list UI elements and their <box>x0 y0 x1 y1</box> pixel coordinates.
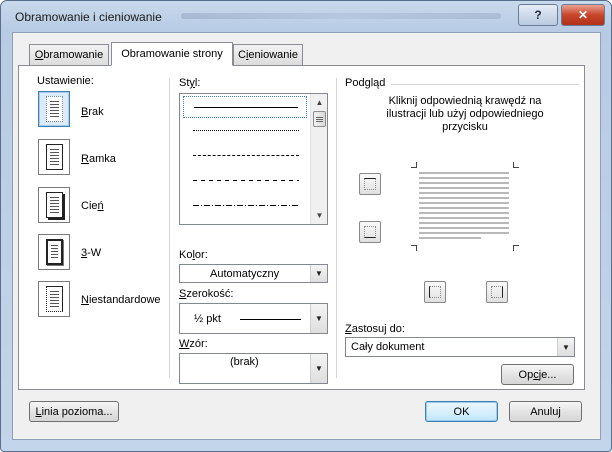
setting-heading: Ustawienie: <box>37 75 94 87</box>
cancel-button[interactable]: Anuluj <box>509 401 582 422</box>
options-button[interactable]: Opcje... <box>501 364 574 385</box>
tab-shading[interactable]: Cieniowanie <box>233 44 303 65</box>
scroll-thumb[interactable] <box>313 111 326 127</box>
setting-box-button[interactable] <box>38 139 70 175</box>
column-divider <box>169 78 170 378</box>
color-value: Automatyczny <box>210 267 280 280</box>
style-option-solid[interactable] <box>183 96 307 118</box>
apply-to-value: Cały dokument <box>351 341 425 353</box>
setting-box-label[interactable]: Ramka <box>81 153 116 165</box>
tab-label: Cieniowanie <box>238 49 298 61</box>
close-button[interactable]: ✕ <box>561 4 605 26</box>
custom-border-icon <box>46 286 63 312</box>
corner-mark <box>411 245 417 251</box>
page-border-panel: Ustawienie: Brak Ramka Cień 3-W Niestand… <box>18 65 585 390</box>
chevron-down-icon[interactable]: ▼ <box>310 304 327 333</box>
style-option-dashed[interactable] <box>183 145 307 167</box>
style-label: Styl: <box>179 77 201 89</box>
width-line-sample <box>240 319 301 320</box>
dialog-window: Obramowanie i cieniowanie ? ✕ Obramowani… <box>0 0 612 452</box>
blurred-background-text <box>181 13 501 19</box>
top-border-button[interactable] <box>359 173 381 195</box>
tab-borders[interactable]: Obramowanie <box>29 44 109 65</box>
style-option-dash-small[interactable] <box>183 170 307 192</box>
style-option-dash-dot[interactable] <box>183 195 307 217</box>
chevron-down-icon[interactable]: ▼ <box>557 338 574 356</box>
apply-to-label: Zastosuj do: <box>345 323 405 335</box>
3d-border-icon <box>46 239 63 265</box>
corner-mark <box>513 162 519 168</box>
box-border-icon <box>46 144 63 170</box>
tab-label: Obramowanie <box>34 49 104 61</box>
tab-label: Obramowanie strony <box>121 48 223 60</box>
preview-instruction: Kliknij odpowiednią krawędź na ilustracj… <box>386 95 544 133</box>
setting-custom-button[interactable] <box>38 281 70 317</box>
style-listbox[interactable]: ▲ ▼ <box>179 93 328 225</box>
preview-text-lines <box>419 172 509 242</box>
color-label: Kolor: <box>179 249 208 261</box>
width-dropdown[interactable]: ½ pkt ▼ <box>179 303 328 334</box>
setting-none-button[interactable] <box>38 91 70 127</box>
left-border-button[interactable] <box>424 281 446 303</box>
width-label: Szerokość: <box>179 288 234 300</box>
chevron-down-icon[interactable]: ▼ <box>310 354 327 383</box>
bottom-border-icon <box>364 226 376 238</box>
setting-shadow-label[interactable]: Cień <box>81 200 104 212</box>
style-option-dotted[interactable] <box>183 120 307 142</box>
art-label: Wzór: <box>179 338 208 350</box>
horizontal-line-button[interactable]: Linia pozioma... <box>29 401 119 422</box>
bottom-border-button[interactable] <box>359 221 381 243</box>
art-dropdown[interactable]: (brak) ▼ <box>179 353 328 384</box>
ok-button[interactable]: OK <box>425 401 498 422</box>
right-border-button[interactable] <box>486 281 508 303</box>
top-border-icon <box>364 178 376 190</box>
window-title: Obramowanie i cieniowanie <box>15 10 162 24</box>
style-scrollbar[interactable]: ▲ ▼ <box>310 94 327 224</box>
left-border-icon <box>429 286 441 298</box>
preview-heading-rule <box>391 84 579 85</box>
corner-mark <box>513 245 519 251</box>
title-bar[interactable]: Obramowanie i cieniowanie ? ✕ <box>1 1 611 31</box>
help-button[interactable]: ? <box>518 4 558 26</box>
width-value: ½ pkt <box>194 312 221 325</box>
chevron-down-icon[interactable]: ▼ <box>310 265 327 282</box>
preview-heading: Podgląd <box>345 77 386 89</box>
corner-mark <box>411 162 417 168</box>
apply-to-dropdown[interactable]: Cały dokument ▼ <box>345 337 575 357</box>
right-border-icon <box>491 286 503 298</box>
preview-page[interactable] <box>409 158 521 253</box>
setting-3d-button[interactable] <box>38 234 70 270</box>
setting-none-label[interactable]: Brak <box>81 106 104 118</box>
color-dropdown[interactable]: Automatyczny ▼ <box>179 264 328 283</box>
shadow-border-icon <box>46 192 63 218</box>
setting-3d-label[interactable]: 3-W <box>81 247 101 259</box>
no-border-icon <box>46 96 63 122</box>
scroll-down-icon[interactable]: ▼ <box>312 208 327 223</box>
setting-shadow-button[interactable] <box>38 187 70 223</box>
art-value: (brak) <box>230 355 259 368</box>
tab-page-border[interactable]: Obramowanie strony <box>111 42 233 66</box>
scroll-up-icon[interactable]: ▲ <box>312 95 327 110</box>
setting-custom-label[interactable]: Niestandardowe <box>81 294 161 306</box>
column-divider <box>336 78 337 378</box>
